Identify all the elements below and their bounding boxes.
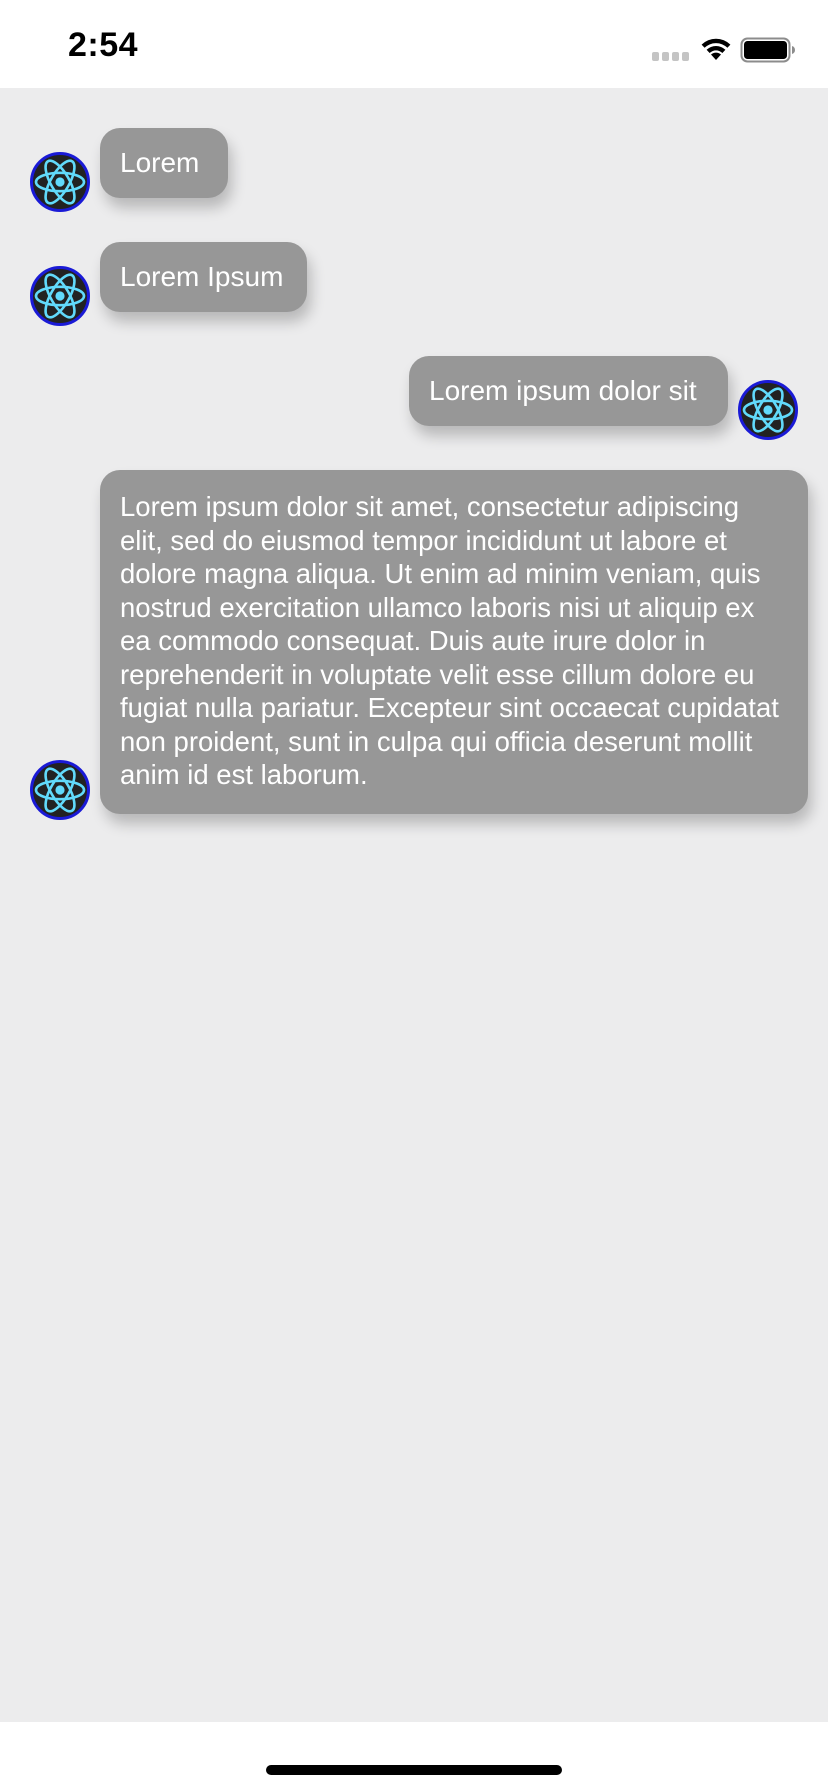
avatar xyxy=(30,266,90,326)
avatar xyxy=(30,152,90,212)
message-text: Lorem ipsum dolor sit xyxy=(429,375,697,406)
message-bubble[interactable]: Lorem ipsum dolor sit xyxy=(409,356,728,426)
react-atom-icon xyxy=(30,760,90,820)
react-atom-icon xyxy=(30,266,90,326)
react-atom-icon xyxy=(738,380,798,440)
chat-area[interactable]: Lorem Lorem Ipsum Lorem ipsum dolor sit xyxy=(0,88,828,1722)
home-indicator[interactable] xyxy=(266,1765,562,1775)
wifi-icon xyxy=(701,38,731,60)
status-time: 2:54 xyxy=(68,26,139,64)
battery-icon xyxy=(740,37,795,63)
message-text: Lorem xyxy=(120,147,200,178)
message-text: Lorem Ipsum xyxy=(120,261,284,292)
avatar xyxy=(738,380,798,440)
status-bar: 2:54 xyxy=(0,0,828,88)
message-bubble[interactable]: Lorem xyxy=(100,128,228,198)
message-text: Lorem ipsum dolor sit amet, consectetur … xyxy=(120,491,779,790)
avatar xyxy=(30,760,90,820)
message-bubble[interactable]: Lorem Ipsum xyxy=(100,242,307,312)
cellular-signal-icon xyxy=(652,52,689,61)
home-bar-area xyxy=(0,1722,828,1792)
message-bubble[interactable]: Lorem ipsum dolor sit amet, consectetur … xyxy=(100,470,808,814)
react-atom-icon xyxy=(30,152,90,212)
